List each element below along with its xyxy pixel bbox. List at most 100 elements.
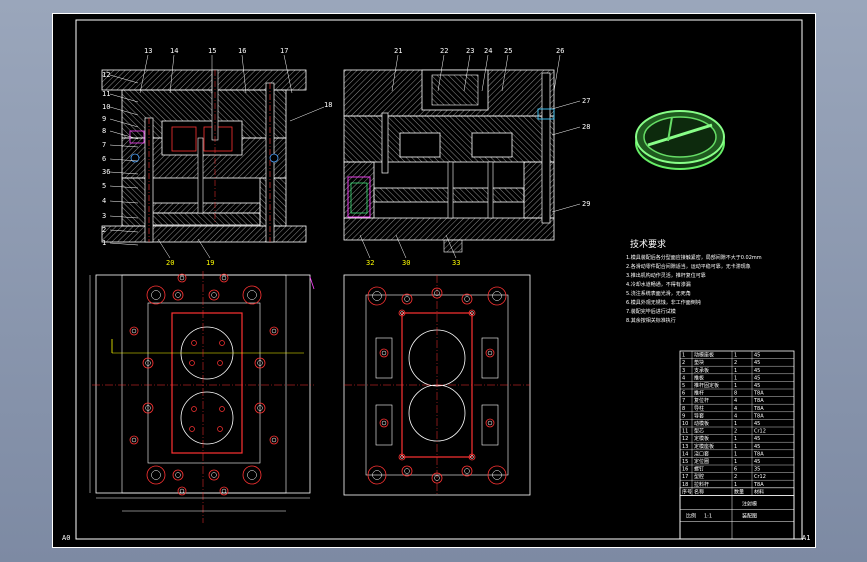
plan-view-b [343, 274, 531, 496]
callout: 27 [551, 97, 590, 110]
bom-cell: 6 [734, 467, 737, 473]
bom-row: 8 导柱 4 T8A [680, 405, 794, 412]
bom-cell: 2 [734, 429, 737, 435]
bom-cell: 支承板 [694, 367, 709, 374]
cad-drawing-canvas[interactable]: A0 A1 12 11 10 9 8 7 6 36 5 4 3 2 1 13 1… [52, 13, 816, 548]
bolt-hole [461, 465, 473, 477]
bom-cell: 导柱 [694, 405, 704, 412]
callout-label: 33 [452, 259, 460, 267]
bom-row: 15 定位圈 1 45 [680, 458, 794, 466]
moving-half-b [343, 115, 555, 163]
callout-label: 27 [582, 97, 590, 105]
bolt-hole [172, 289, 184, 301]
callout-label: 32 [366, 259, 374, 267]
bolt-hole [269, 435, 279, 445]
bom-cell: 45 [754, 360, 760, 366]
bom-cell: 型腔 [694, 473, 704, 480]
part-3d-render [635, 110, 725, 170]
bom-cell: 动模座板 [694, 352, 714, 359]
corner-label-right: A1 [802, 534, 810, 542]
bom-header-cell: 材料 [754, 488, 764, 495]
bom-cell: 45 [754, 353, 760, 359]
callout-label: 19 [206, 259, 214, 267]
ejector-plate-a [147, 212, 261, 226]
bom-cell: 14 [682, 451, 688, 457]
callout: 26 [553, 47, 564, 92]
bom-row: 17 型腔 2 Cr12 [680, 473, 794, 481]
bom-cell: 9 [682, 413, 685, 419]
bom-cell: 1 [734, 436, 737, 442]
title-block-label: 装配图 [742, 512, 757, 519]
top-clamp-plate-a [101, 69, 307, 91]
bolt-hole [485, 348, 495, 358]
bolt-hole [401, 465, 413, 477]
callout-label: 3 [102, 212, 106, 220]
bolt-hole [219, 486, 229, 496]
bom-cell: 螺钉 [694, 466, 704, 473]
bom-row: 3 支承板 1 45 [680, 367, 794, 374]
bom-row: 7 复位杆 4 T8A [680, 397, 794, 405]
bom-cell: Cr12 [754, 429, 766, 435]
section-view-b [343, 69, 555, 253]
bom-row: 10 动模板 1 45 [680, 420, 794, 428]
bolt-hole [172, 469, 184, 481]
tech-req-line: 8.其余按相关标准执行 [626, 317, 676, 324]
bom-cell: 11 [682, 429, 688, 435]
bom-row: 18 拉料杆 1 T8A [680, 481, 794, 488]
bom-cell: T8A [753, 451, 764, 457]
bom-cell: 垫块 [694, 359, 704, 366]
callout-label: 5 [102, 182, 106, 190]
bolt-hole [485, 418, 495, 428]
section-view-a [101, 69, 307, 243]
callout-label: 1 [102, 239, 106, 247]
spacer-left-b [343, 161, 375, 219]
bom-cell: T8A [753, 406, 764, 412]
bolt-hole [487, 286, 507, 306]
bom-cell: 45 [754, 421, 760, 427]
bom-cell: 7 [682, 398, 685, 404]
callout-label: 8 [102, 127, 106, 135]
drawing-sheet: A0 A1 12111098763654321 13 14 15 16 17 1… [52, 13, 816, 548]
bom-cell: 45 [754, 436, 760, 442]
bom-cell: 2 [682, 360, 685, 366]
bom-row: 1 动模座板 1 45 [680, 352, 794, 359]
bom-row: 11 型芯 2 Cr12 [680, 428, 794, 435]
title-block-label: 比例 [686, 512, 696, 519]
bolt-hole [242, 465, 262, 485]
bom-table: 1 动模座板 1 45 2 垫块 2 45 3 支承板 1 45 4 推板 1 45 5 推杆固定板 1 45 6 推杆 8… [679, 351, 795, 496]
bom-cell: 12 [682, 436, 688, 442]
bolt-hole [367, 286, 387, 306]
title-block: 1 动模座板 1 45 2 垫块 2 45 3 支承板 1 45 4 推板 1 45 5 推杆固定板 1 45 6 推杆 8… [679, 350, 795, 540]
bom-cell: 1 [734, 444, 737, 450]
bolt-hole [242, 285, 262, 305]
bom-cell: 45 [754, 368, 760, 374]
bom-header-cell: 名称 [694, 488, 704, 495]
title-block-label: 注射模 [742, 500, 757, 507]
bom-cell: 1 [734, 459, 737, 465]
callout-label: 21 [394, 47, 402, 55]
callouts-b-right: 27 28 29 [551, 97, 590, 213]
bolt-hole [146, 285, 166, 305]
technical-requirements: 技术要求 1.模具装配后各分型面应接触紧密，局部间隙不大于0.02mm 2.各滑动… [626, 238, 762, 324]
callout-label: 20 [166, 259, 174, 267]
bom-cell: 45 [754, 444, 760, 450]
callout-label: 28 [582, 123, 590, 131]
callout-label: 14 [170, 47, 178, 55]
bom-cell: 2 [734, 474, 737, 480]
bom-cell: 复位杆 [694, 397, 709, 404]
bolt-hole [208, 469, 220, 481]
bom-cell: 动模板 [694, 420, 709, 427]
bom-cell: 45 [754, 375, 760, 381]
bom-cell: 2 [734, 360, 737, 366]
bom-cell: 1 [734, 421, 737, 427]
bom-header-row: 序号 名称 数量 材料 [679, 487, 795, 496]
bom-cell: 定模板 [694, 435, 709, 442]
bolt-hole [129, 435, 139, 445]
bom-cell: 定模座板 [694, 443, 714, 450]
tech-req-line: 7.装配完毕后进行试模 [626, 308, 676, 315]
bom-header-cell: 序号 [682, 488, 692, 495]
callout-label: 6 [102, 155, 106, 163]
tech-req-title: 技术要求 [630, 238, 666, 250]
callout-label: 17 [280, 47, 288, 55]
bom-cell: T8A [753, 482, 764, 488]
